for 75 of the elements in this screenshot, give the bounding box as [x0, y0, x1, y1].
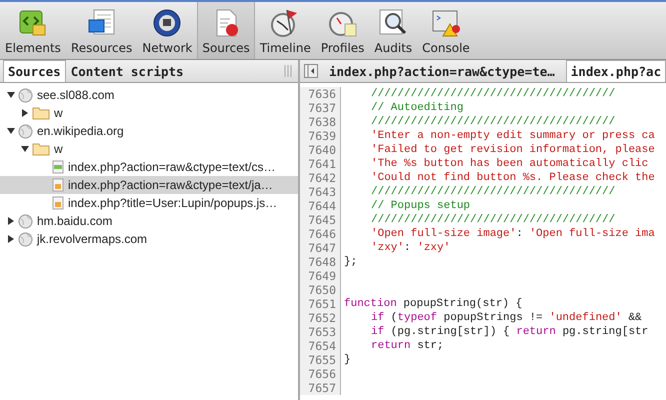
- code-line: 'The %s button has been automatically clic: [370, 157, 648, 171]
- line-number: 7656: [300, 367, 341, 381]
- code-line: // Popups setup: [370, 199, 470, 213]
- line-number: 7651: [300, 297, 341, 311]
- line-number: 7644: [300, 199, 341, 213]
- line-number: 7639: [300, 129, 341, 143]
- folder-icon: [32, 142, 50, 156]
- line-number: 7657: [300, 381, 341, 395]
- code-line: /////////////////////////////////////: [370, 185, 616, 199]
- toolbar-tab[interactable]: Profiles: [316, 2, 370, 59]
- line-number: 7636: [300, 87, 341, 101]
- code-line: 'Failed to get revision information, please: [370, 143, 655, 157]
- code-line: if (typeof popupStrings != 'undefined' &&: [370, 311, 642, 325]
- collapse-triangle-icon: [6, 90, 16, 100]
- globe-icon: [18, 88, 33, 102]
- line-number: 7641: [300, 157, 341, 171]
- code-line: 'Open full-size image': 'Open full-size ima: [370, 227, 655, 241]
- toolbar-tab[interactable]: Elements: [0, 2, 66, 59]
- panel-tab[interactable]: Sources: [3, 60, 66, 82]
- line-number: 7642: [300, 171, 341, 185]
- code-line: 'Enter a non-empty edit summary or press ca: [370, 129, 655, 143]
- file-icon: [52, 160, 64, 174]
- tree-item[interactable]: w: [0, 140, 298, 158]
- expand-triangle-icon: [20, 108, 30, 118]
- line-number: 7640: [300, 143, 341, 157]
- file-tab[interactable]: index.php?ac: [566, 60, 666, 82]
- line-number: 7637: [300, 101, 341, 115]
- code-line: return str;: [370, 339, 444, 353]
- code-line: 'zxy': 'zxy': [370, 241, 450, 255]
- line-number: 7650: [300, 283, 341, 297]
- tree-item[interactable]: w: [0, 104, 298, 122]
- code-line: // Autoediting: [370, 101, 464, 115]
- toolbar-tab[interactable]: Network: [137, 2, 198, 59]
- code-line: function popupString(str) {: [343, 297, 522, 311]
- toolbar-tab[interactable]: Timeline: [254, 2, 316, 59]
- globe-icon: [18, 214, 33, 228]
- grip-icon: [284, 65, 292, 77]
- code-line: /////////////////////////////////////: [370, 115, 616, 129]
- toggle-sidebar-icon[interactable]: [304, 64, 318, 78]
- line-number: 7648: [300, 255, 341, 269]
- toolbar-tab[interactable]: Audits: [369, 2, 418, 59]
- file-icon: [52, 196, 64, 210]
- tree-item[interactable]: en.wikipedia.org: [0, 122, 298, 140]
- globe-icon: [151, 7, 184, 39]
- panel-tab[interactable]: Content scripts: [66, 60, 189, 82]
- globe-icon: [18, 232, 33, 246]
- code-line: }: [343, 353, 351, 367]
- tree-item[interactable]: jk.revolvermaps.com: [0, 230, 298, 248]
- line-number: 7653: [300, 325, 341, 339]
- code-line: if (pg.string[str]) { return pg.string[str: [370, 325, 648, 339]
- toolbar-tab[interactable]: Resources: [66, 2, 138, 59]
- line-number: 7638: [300, 115, 341, 129]
- tree-item[interactable]: index.php?action=raw&ctype=text/ja…: [0, 176, 298, 194]
- folder-icon: [32, 106, 50, 120]
- line-number: 7645: [300, 213, 341, 227]
- line-number: 7655: [300, 353, 341, 367]
- tree-item[interactable]: index.php?action=raw&ctype=text/cs…: [0, 158, 298, 176]
- line-number: 7649: [300, 269, 341, 283]
- line-number: 7643: [300, 185, 341, 199]
- toolbar-tab[interactable]: Console: [417, 2, 475, 59]
- file-icon: [52, 178, 64, 192]
- tree-item[interactable]: hm.baidu.com: [0, 212, 298, 230]
- code-line: /////////////////////////////////////: [370, 87, 616, 101]
- line-number: 7652: [300, 311, 341, 325]
- code-line: /////////////////////////////////////: [370, 213, 616, 227]
- tree-item[interactable]: index.php?title=User:Lupin/popups.js…: [0, 194, 298, 212]
- file-tab[interactable]: index.php?action=raw&ctype=te…: [324, 60, 560, 82]
- line-number: 7654: [300, 339, 341, 353]
- toolbar-tab[interactable]: Sources: [197, 2, 255, 59]
- globe-icon: [18, 124, 33, 138]
- line-number: 7647: [300, 241, 341, 255]
- code-line: 'Could not find button %s. Please check the: [370, 171, 655, 185]
- line-number: 7646: [300, 227, 341, 241]
- code-line: };: [343, 255, 358, 269]
- tree-item[interactable]: see.sl088.com: [0, 86, 298, 104]
